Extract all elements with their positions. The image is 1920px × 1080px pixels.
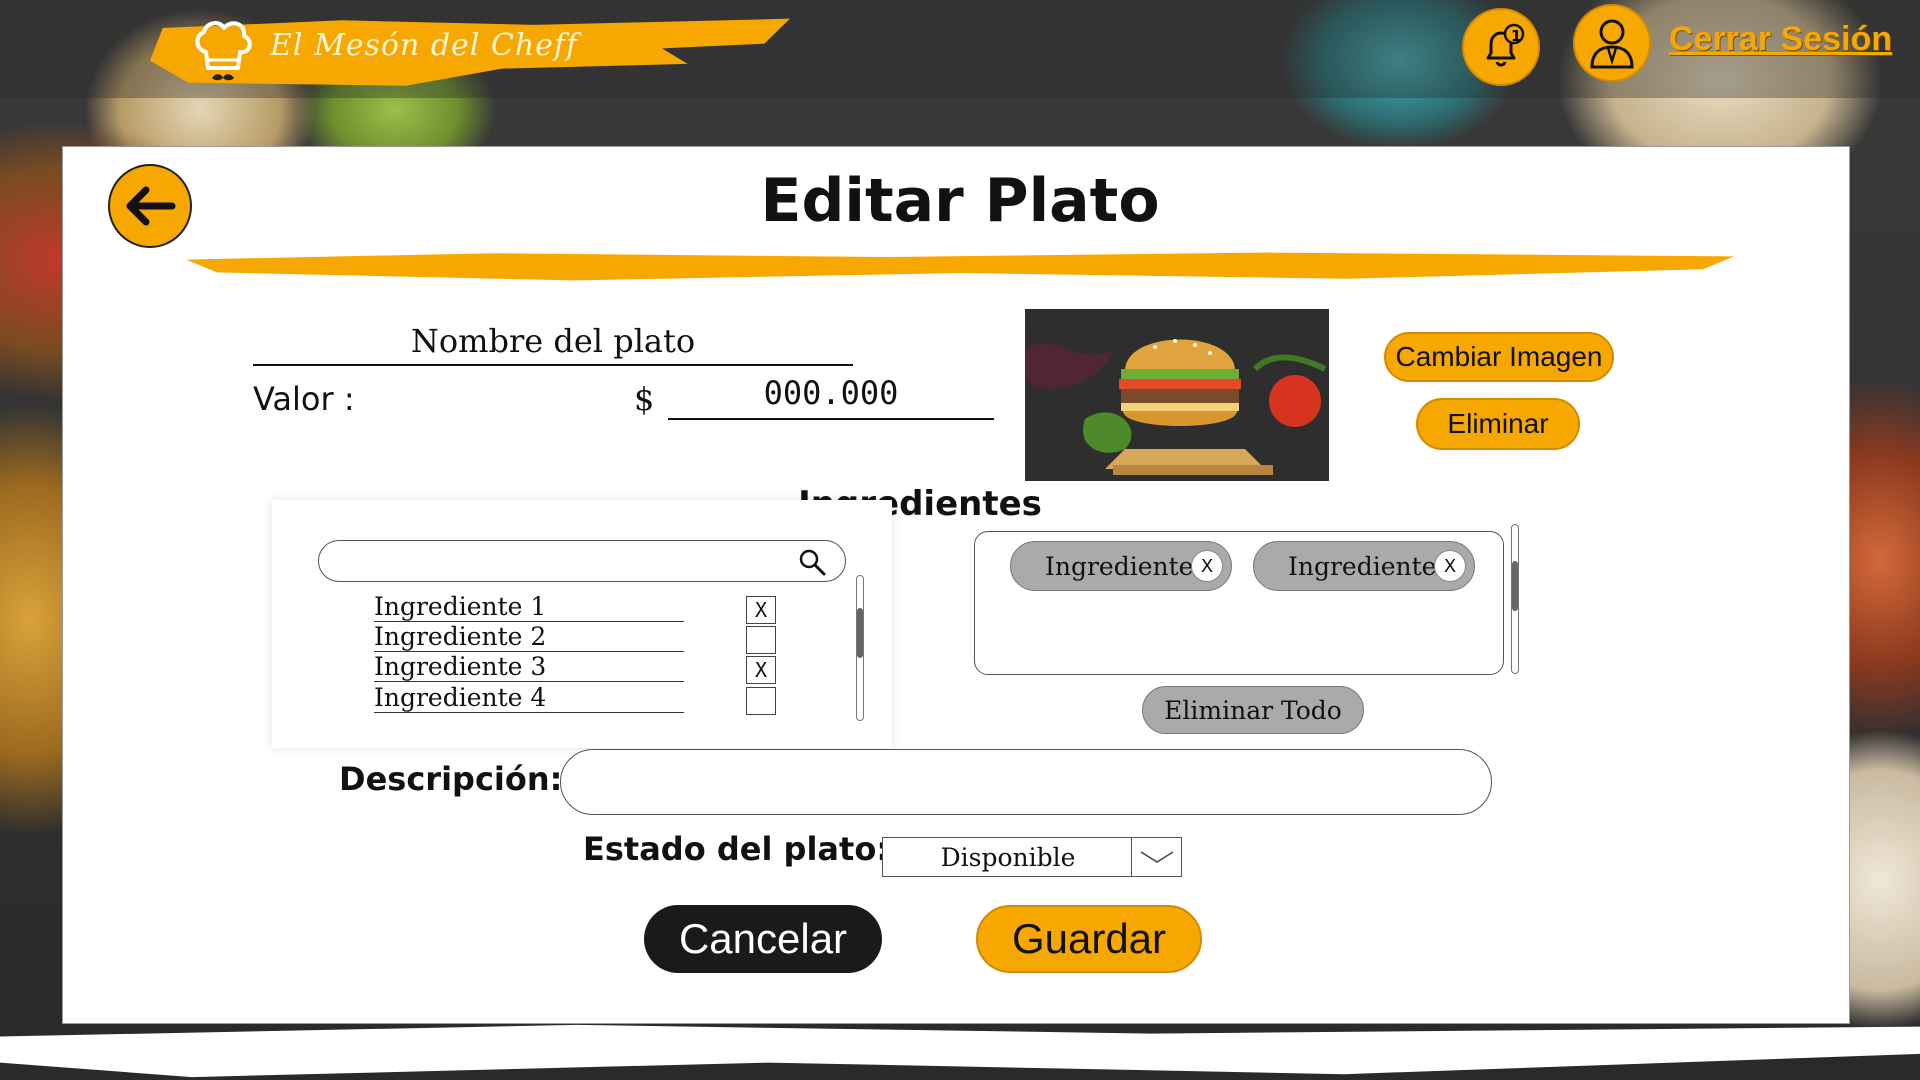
ingredient-item: Ingrediente 4 — [374, 683, 684, 713]
notifications-button[interactable]: 1 — [1462, 8, 1540, 86]
remove-chip-button[interactable]: X — [1191, 550, 1223, 582]
user-icon — [1590, 19, 1634, 69]
ingredient-checkbox[interactable]: X — [746, 596, 776, 624]
ingredient-item: Ingrediente 2 — [374, 622, 684, 652]
profile-button[interactable] — [1573, 4, 1651, 82]
remove-chip-button[interactable]: X — [1434, 550, 1466, 582]
cancel-button[interactable]: Cancelar — [644, 905, 882, 973]
dish-name-field[interactable]: Nombre del plato — [253, 322, 853, 366]
ingredient-checkbox[interactable]: X — [746, 656, 776, 684]
ingredient-checkbox[interactable] — [746, 626, 776, 654]
notification-count: 1 — [1511, 27, 1522, 45]
selected-ingredient-chip: Ingrediente 3 X — [1253, 541, 1475, 591]
chevron-down-icon[interactable] — [1131, 838, 1181, 876]
description-input[interactable] — [560, 749, 1492, 815]
remove-all-button[interactable]: Eliminar Todo — [1142, 686, 1364, 734]
logout-link[interactable]: Cerrar Sesión — [1669, 20, 1892, 59]
selected-ingredient-chip: Ingrediente 1 X — [1010, 541, 1232, 591]
ingredient-search-input[interactable] — [318, 540, 846, 582]
dish-state-value: Disponible — [940, 843, 1076, 872]
search-icon — [799, 549, 826, 576]
currency-symbol: $ — [634, 380, 655, 418]
selected-ingredients-scrollbar[interactable] — [1511, 524, 1519, 674]
description-label: Descripción: — [339, 760, 563, 798]
ingredient-checkbox[interactable] — [746, 687, 776, 715]
ingredient-item: Ingrediente 3 — [374, 652, 684, 682]
dish-state-label: Estado del plato: — [583, 830, 890, 868]
change-image-button[interactable]: Cambiar Imagen — [1384, 332, 1614, 382]
page-title: Editar Plato — [760, 166, 1160, 236]
ingredient-item: Ingrediente 1 — [374, 592, 684, 622]
price-field[interactable]: 000.000 — [668, 374, 994, 420]
dish-image — [1025, 309, 1329, 481]
ingredients-list-scrollbar[interactable] — [856, 575, 864, 721]
save-button[interactable]: Guardar — [976, 905, 1202, 973]
delete-image-button[interactable]: Eliminar — [1416, 398, 1580, 450]
chef-hat-icon — [192, 18, 254, 88]
value-label: Valor : — [253, 380, 355, 418]
brand-name: El Mesón del Cheff — [270, 28, 579, 63]
dish-state-select[interactable]: Disponible — [882, 837, 1182, 877]
